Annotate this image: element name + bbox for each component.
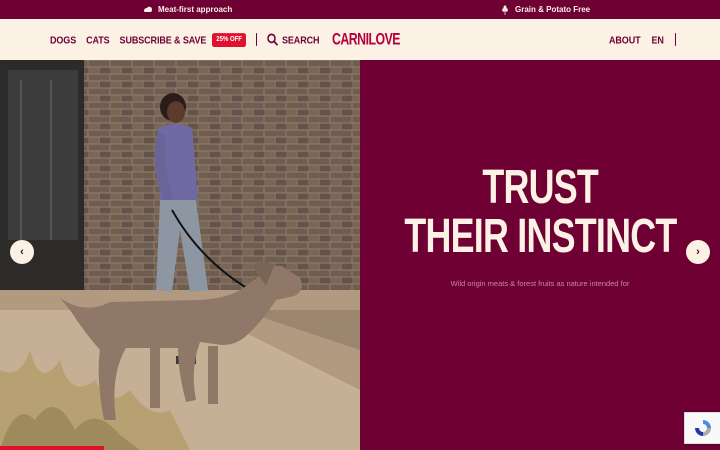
nav-subscribe-save[interactable]: SUBSCRIBE & SAVE [120,34,207,46]
hero-headline-line1: TRUST [482,158,598,214]
carousel-next-button[interactable]: › [686,240,710,264]
search-button[interactable]: SEARCH [267,33,319,46]
recaptcha-icon [694,420,711,436]
chevron-left-icon: ‹ [20,246,24,258]
recaptcha-badge[interactable] [684,412,720,444]
hero-text-panel: TRUST THEIR INSTINCT Wild origin meats &… [360,60,720,450]
bone-icon [144,6,152,12]
carnilove-logo[interactable]: CARNILOVE [332,30,401,49]
nav-cats[interactable]: CATS [86,34,110,46]
woman-dog-photo [0,60,360,450]
language-selector[interactable]: EN [652,34,664,46]
hero-headline-line2: THEIR INSTINCT [403,207,677,263]
search-icon [267,33,278,46]
hero-carousel: TRUST THEIR INSTINCT Wild origin meats &… [0,60,720,450]
search-label: SEARCH [281,33,320,46]
discount-badge: 25% OFF [212,32,246,47]
carousel-progress-bar [0,446,104,450]
promo-grain-free: Grain & Potato Free [500,0,590,19]
nav-about[interactable]: ABOUT [609,34,641,46]
promo-right-text: Grain & Potato Free [515,5,591,14]
nav-right-divider [674,33,676,46]
nav-divider [255,33,257,46]
nav-dogs[interactable]: DOGS [50,34,76,46]
hero-image [0,60,360,450]
main-nav: DOGS CATS SUBSCRIBE & SAVE 25% OFF SEARC… [50,16,319,63]
promo-left-text: Meat-first approach [158,5,233,14]
site-header: DOGS CATS SUBSCRIBE & SAVE 25% OFF SEARC… [0,19,720,60]
secondary-nav: ABOUT EN [609,16,686,63]
chevron-right-icon: › [696,246,700,258]
hero-subtitle: Wild origin meats & forest fruits as nat… [450,279,630,288]
carousel-prev-button[interactable]: ‹ [10,240,34,264]
wheat-icon [502,5,508,15]
